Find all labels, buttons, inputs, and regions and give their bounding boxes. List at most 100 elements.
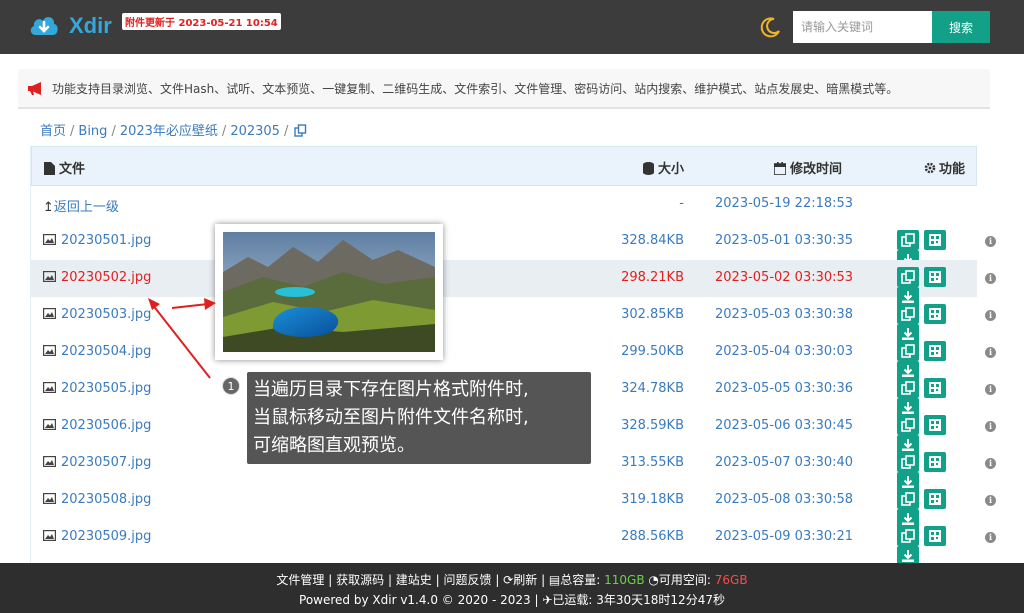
copy-link-button[interactable] [897,267,919,287]
file-size: 319.18KB [621,492,684,507]
copy-link-button[interactable] [897,230,919,250]
file-info-icon[interactable]: i [985,384,996,395]
breadcrumb-bing[interactable]: Bing [78,124,107,139]
file-time: 2023-05-08 03:30:58 [715,492,854,507]
footer-link-history[interactable]: 建站史 [396,573,432,587]
callout-number-badge: 1 [222,377,240,395]
qr-code-button[interactable] [924,452,946,472]
qr-code-button[interactable] [924,230,946,250]
cloud-download-icon[interactable] [28,11,60,39]
file-row[interactable]: 20230508.jpg 319.18KB 2023-05-08 03:30:58 [31,482,977,529]
file-info-icon[interactable]: i [985,421,996,432]
copy-path-icon[interactable] [294,124,307,137]
annotation-arrows [148,298,216,379]
image-file-icon [43,271,56,282]
file-info-icon[interactable]: i [985,532,996,543]
footer-link-feedback[interactable]: 问题反馈 [443,573,491,587]
file-name-link[interactable]: 20230503.jpg [43,307,151,322]
header-size[interactable]: 大小 [643,158,684,177]
back-link[interactable]: ↥返回上一级 [43,196,119,215]
header-name[interactable]: 文件 [44,158,85,177]
file-name-link[interactable]: 20230508.jpg [43,492,151,507]
file-size: 313.55KB [621,455,684,470]
file-name-link[interactable]: 20230506.jpg [43,418,151,433]
file-info-icon[interactable]: i [985,347,996,358]
file-time: 2023-05-06 03:30:45 [715,418,854,433]
free-label: 可用空间: [658,573,711,587]
copy-link-button[interactable] [897,452,919,472]
file-info-icon[interactable]: i [985,273,996,284]
parent-size: - [679,196,684,211]
row-actions [897,526,977,563]
file-row[interactable]: 20230501.jpg 328.84KB 2023-05-01 03:30:35 [31,223,977,270]
file-name-link[interactable]: 20230501.jpg [43,233,151,248]
total-value: 110GB [604,573,645,587]
footer-refresh[interactable]: 刷新 [513,573,537,587]
search-input[interactable] [793,11,932,43]
file-size: 324.78KB [621,381,684,396]
level-up-icon: ↥ [43,200,54,215]
image-file-icon [43,345,56,356]
copy-link-button[interactable] [897,304,919,324]
powered-by[interactable]: Powered by Xdir v1.4.0 [299,593,438,607]
file-time: 2023-05-07 03:30:40 [715,455,854,470]
file-size: 288.56KB [621,529,684,544]
copy-link-button[interactable] [897,489,919,509]
header-time[interactable]: 修改时间 [773,158,842,177]
search-button[interactable]: 搜索 [932,11,990,43]
header-actions: 功能 [924,158,965,177]
breadcrumb-wallpaper[interactable]: 2023年必应壁纸 [120,124,218,139]
qr-code-button[interactable] [924,526,946,546]
file-size: 328.84KB [621,233,684,248]
qr-code-button[interactable] [924,267,946,287]
dark-mode-moon-icon[interactable] [760,16,782,38]
file-info-icon[interactable]: i [985,236,996,247]
footer-line-2: Powered by Xdir v1.4.0 © 2020 - 2023 | ✈… [299,593,725,607]
file-name-link[interactable]: 20230507.jpg [43,455,151,470]
file-name-link[interactable]: 20230509.jpg [43,529,151,544]
file-name-link[interactable]: 20230502.jpg [43,270,151,285]
file-row[interactable]: 20230509.jpg 288.56KB 2023-05-09 03:30:21 [31,519,977,563]
image-file-icon [43,382,56,393]
file-info-icon[interactable]: i [985,495,996,506]
file-info-icon[interactable]: i [985,458,996,469]
file-info-icon[interactable]: i [985,310,996,321]
refresh-icon[interactable]: ⟳ [503,573,513,587]
update-badge: 附件更新于 2023-05-21 10:54 [122,13,281,30]
file-name-link[interactable]: 20230505.jpg [43,381,151,396]
copyright: © 2020 - 2023 [441,593,531,607]
file-size: 328.59KB [621,418,684,433]
qr-code-button[interactable] [924,415,946,435]
uptime-label: 已运载: [552,593,593,607]
copy-link-button[interactable] [897,526,919,546]
copy-link-button[interactable] [897,341,919,361]
breadcrumb-current[interactable]: 202305 [230,124,280,139]
file-size: 302.85KB [621,307,684,322]
file-time: 2023-05-09 03:30:21 [715,529,854,544]
database-icon [643,162,654,175]
annotation-callout: 当遍历目录下存在图片格式附件时, 当鼠标移动至图片附件文件名称时, 可缩略图直观… [247,372,591,464]
file-icon [44,162,55,175]
rocket-icon: ✈ [542,593,553,607]
file-time: 2023-05-04 03:30:03 [715,344,854,359]
parent-time: 2023-05-19 22:18:53 [715,196,854,211]
breadcrumb-home[interactable]: 首页 [40,124,66,139]
qr-code-button[interactable] [924,341,946,361]
file-name-link[interactable]: 20230504.jpg [43,344,151,359]
qr-code-button[interactable] [924,489,946,509]
brand-name[interactable]: Xdir [69,13,112,39]
copy-link-button[interactable] [897,415,919,435]
footer-link-file-manage[interactable]: 文件管理 [276,573,324,587]
callout-line-3: 可缩略图直观预览。 [253,435,415,456]
qr-code-button[interactable] [924,378,946,398]
parent-dir-row[interactable]: ↥返回上一级 - 2023-05-19 22:18:53 [31,186,977,223]
qr-code-button[interactable] [924,304,946,324]
top-bar: Xdir 附件更新于 2023-05-21 10:54 搜索 [0,0,1024,54]
download-button[interactable] [897,546,919,563]
footer-link-source[interactable]: 获取源码 [336,573,384,587]
footer: 文件管理 | 获取源码 | 建站史 | 问题反馈 | ⟳刷新 | ▤总容量: 1… [0,563,1024,613]
file-size: 298.21KB [621,270,684,285]
copy-link-button[interactable] [897,378,919,398]
callout-line-2: 当鼠标移动至图片附件文件名称时, [253,407,529,428]
feature-notice: 功能支持目录浏览、文件Hash、试听、文本预览、一键复制、二维码生成、文件索引、… [18,69,990,109]
